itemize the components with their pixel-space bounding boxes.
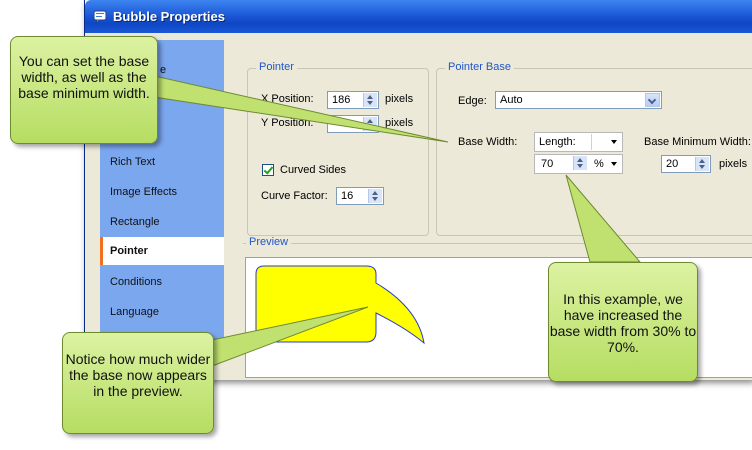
callout-preview-note: Notice how much wider the base now appea…: [62, 332, 214, 434]
callout-base-width-example: In this example, we have increased the b…: [548, 262, 698, 382]
callout-base-width: You can set the base width, as well as t…: [10, 36, 158, 144]
